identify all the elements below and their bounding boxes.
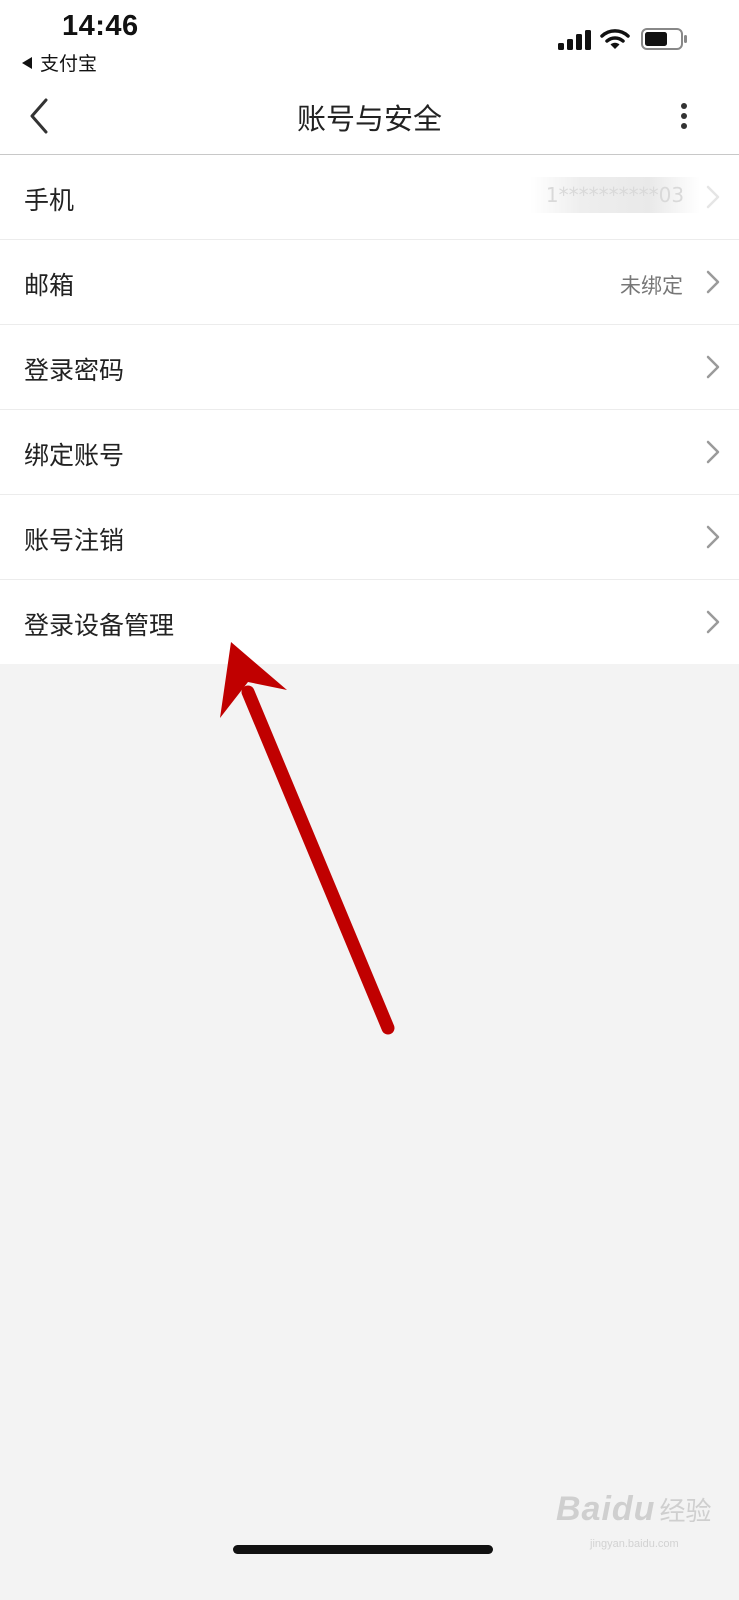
signal-icon — [558, 30, 591, 50]
list-item-login-password[interactable]: 登录密码 — [0, 325, 739, 410]
watermark-logo: Baidu 经验 — [556, 1490, 711, 1529]
chevron-right-icon — [706, 440, 720, 464]
list-item-label: 绑定账号 — [24, 441, 125, 470]
chevron-right-icon — [706, 270, 720, 294]
list-item-label: 登录设备管理 — [24, 611, 175, 640]
back-to-app-link[interactable]: 支付宝 — [22, 49, 97, 76]
chevron-right-icon — [706, 610, 720, 634]
page-title: 账号与安全 — [296, 102, 442, 136]
list-item-account-deletion[interactable]: 账号注销 — [0, 495, 739, 580]
back-triangle-icon — [22, 56, 32, 69]
list-item-label: 登录密码 — [24, 356, 125, 385]
chevron-right-icon — [706, 525, 720, 549]
list-item-label: 账号注销 — [24, 526, 125, 555]
phone-value-masked: 1**********03 — [530, 177, 700, 213]
chevron-right-icon — [706, 355, 720, 379]
list-item-device-management[interactable]: 登录设备管理 — [0, 580, 739, 664]
nav-bar: 账号与安全 — [0, 80, 739, 155]
list-item-label: 邮箱 — [24, 271, 75, 300]
chevron-right-icon — [706, 185, 720, 209]
list-item-email[interactable]: 邮箱 未绑定 — [0, 240, 739, 325]
back-app-label: 支付宝 — [40, 53, 98, 75]
arrow-shaft — [241, 685, 395, 1035]
settings-list: 手机 1**********03 邮箱 未绑定 登录密码 绑定账号 账号注销 登… — [0, 155, 739, 664]
more-vertical-icon[interactable] — [672, 100, 696, 132]
watermark-brand: Baidu — [556, 1490, 656, 1528]
wifi-icon — [600, 29, 630, 49]
watermark-cn: 经验 — [659, 1496, 712, 1526]
status-time: 14:46 — [62, 10, 139, 42]
watermark-url: jingyan.baidu.com — [590, 1538, 679, 1550]
status-bar: 14:46 支付宝 — [0, 0, 739, 80]
home-indicator[interactable] — [233, 1545, 493, 1554]
list-item-label: 手机 — [24, 186, 75, 215]
battery-icon — [641, 28, 687, 50]
list-item-bound-accounts[interactable]: 绑定账号 — [0, 410, 739, 495]
email-status: 未绑定 — [620, 274, 683, 298]
list-item-phone[interactable]: 手机 1**********03 — [0, 155, 739, 240]
